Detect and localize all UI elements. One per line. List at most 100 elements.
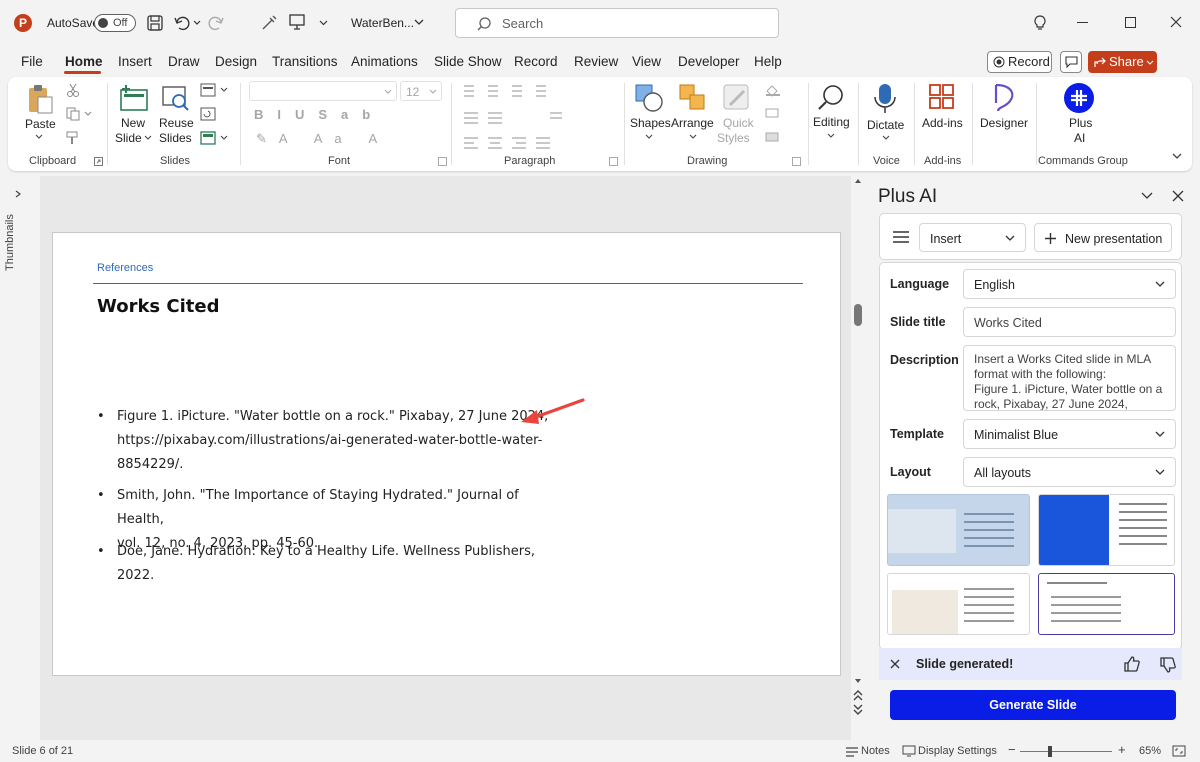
save-icon[interactable] [146,14,164,32]
reuse-slides-label-1[interactable]: Reuse [159,116,194,130]
display-settings-icon[interactable] [902,745,916,757]
hamburger-menu-icon[interactable] [892,230,910,244]
add-ins-label[interactable]: Add-ins [922,116,963,130]
tab-transitions[interactable]: Transitions [272,54,338,69]
reuse-slides-icon[interactable] [160,83,192,113]
cut-icon[interactable] [66,83,80,97]
drawing-launcher-icon[interactable] [792,157,801,166]
quick-styles-label-2[interactable]: Styles [717,131,750,145]
search-box[interactable]: Search [455,8,779,38]
pane-options-chevron-icon[interactable] [1141,192,1153,200]
tab-slide-show[interactable]: Slide Show [434,54,502,69]
new-presentation-button[interactable]: New presentation [1034,223,1172,252]
tab-view[interactable]: View [632,54,661,69]
clipboard-launcher-icon[interactable] [94,157,103,166]
arrange-dropdown-icon[interactable] [689,134,697,139]
tab-design[interactable]: Design [215,54,257,69]
slide-title[interactable]: Works Cited [97,296,219,317]
copy-icon[interactable] [66,107,80,121]
layout-preview-2[interactable] [1038,494,1175,566]
new-slide-label-1[interactable]: New [121,116,145,130]
new-slide-dropdown-icon[interactable] [144,135,152,140]
quick-styles-icon[interactable] [722,83,752,113]
thumbnails-pane[interactable]: Thumbnails [0,176,38,740]
customize-toolbar-icon[interactable] [319,20,328,26]
mode-dropdown[interactable]: Insert [919,223,1026,252]
notes-button[interactable]: Notes [861,745,890,757]
maximize-icon[interactable] [1125,17,1136,28]
record-button[interactable]: Record [987,51,1052,73]
format-painter-icon[interactable] [66,131,80,145]
designer-label[interactable]: Designer [980,116,1028,130]
scroll-thumb[interactable] [854,304,862,326]
layout-dropdown[interactable]: All layouts [963,457,1176,487]
tab-draw[interactable]: Draw [168,54,200,69]
paste-icon[interactable] [26,83,54,115]
display-settings-button[interactable]: Display Settings [918,745,997,757]
font-color-buttons[interactable]: ✎A Aa A [256,131,389,147]
reset-icon[interactable] [200,107,216,121]
section-dropdown-icon[interactable] [220,135,228,140]
format-painter-title-icon[interactable] [260,14,278,32]
next-slide-icon[interactable] [853,704,863,716]
new-slide-icon[interactable] [118,83,150,113]
font-launcher-icon[interactable] [438,157,447,166]
reuse-slides-label-2[interactable]: Slides [159,131,192,145]
microphone-icon[interactable] [873,83,897,115]
generate-slide-button[interactable]: Generate Slide [890,690,1176,720]
plus-ai-label-1[interactable]: Plus [1069,116,1092,130]
thumbs-up-icon[interactable] [1123,655,1141,673]
layout-preview-4[interactable] [1038,573,1175,635]
tab-help[interactable]: Help [754,54,782,69]
paragraph-launcher-icon[interactable] [609,157,618,166]
description-textarea[interactable]: Insert a Works Cited slide in MLA format… [963,345,1176,411]
tab-home[interactable]: Home [65,54,103,69]
zoom-in-button[interactable]: + [1118,742,1126,757]
citation-3[interactable]: Doe, Jane. Hydration: Key to a Healthy L… [117,540,557,588]
notes-icon[interactable] [845,745,859,757]
shape-fill-icon[interactable] [764,83,782,97]
shapes-label[interactable]: Shapes [630,116,671,130]
plus-ai-icon[interactable] [1064,83,1094,113]
thumbs-down-icon[interactable] [1159,656,1177,674]
slide-title-input[interactable]: Works Cited [963,307,1176,337]
layout-preview-1[interactable] [887,494,1030,566]
close-icon[interactable] [1170,16,1182,28]
comments-button[interactable] [1060,51,1082,73]
thumbnails-label[interactable]: Thumbnails [4,214,16,271]
present-icon[interactable] [288,13,306,31]
autosave-toggle[interactable]: Off [94,14,136,32]
paste-label[interactable]: Paste [25,117,56,131]
editing-dropdown-icon[interactable] [827,133,835,138]
tab-developer[interactable]: Developer [678,54,740,69]
paste-dropdown-icon[interactable] [35,134,43,139]
new-slide-label-2[interactable]: Slide [115,131,142,145]
arrange-icon[interactable] [678,83,708,113]
layout-preview-3[interactable] [887,573,1030,635]
copy-dropdown-icon[interactable] [84,111,92,116]
slide[interactable]: References Works Cited • Figure 1. iPict… [52,232,841,676]
zoom-level[interactable]: 65% [1139,745,1161,757]
language-dropdown[interactable]: English [963,269,1176,299]
filename-chevron-icon[interactable] [414,19,424,26]
tab-insert[interactable]: Insert [118,54,152,69]
shape-effects-icon[interactable] [764,131,782,145]
plus-ai-label-2[interactable]: AI [1074,131,1085,145]
layout-icon[interactable] [200,83,216,97]
file-name[interactable]: WaterBen... [351,16,414,30]
citation-1[interactable]: Figure 1. iPicture. "Water bottle on a r… [117,405,557,477]
shapes-icon[interactable] [634,83,664,113]
shape-outline-icon[interactable] [764,107,782,121]
tab-record[interactable]: Record [514,54,558,69]
arrange-label[interactable]: Arrange [671,116,714,130]
undo-dropdown-icon[interactable] [193,20,201,26]
ribbon-collapse-icon[interactable] [1172,153,1182,160]
designer-icon[interactable] [990,83,1018,113]
section-icon[interactable] [200,131,216,145]
zoom-out-button[interactable]: − [1008,742,1016,757]
zoom-slider-track[interactable] [1020,751,1112,752]
font-style-buttons[interactable]: BIUSab [254,107,384,122]
template-dropdown[interactable]: Minimalist Blue [963,419,1176,449]
scroll-down-icon[interactable] [854,678,862,684]
font-name-dropdown[interactable] [249,81,397,101]
